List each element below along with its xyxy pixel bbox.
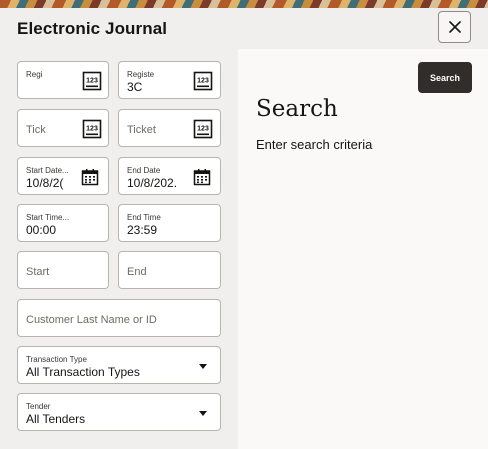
number-pad-icon[interactable]: 123 xyxy=(193,71,213,91)
number-pad-icon[interactable]: 123 xyxy=(193,119,213,139)
start-date-label: Start Date... xyxy=(26,166,69,175)
search-heading: Search xyxy=(256,96,338,122)
ticket-placeholder-2: Ticket xyxy=(127,124,156,136)
end-date-input[interactable]: End Date 10/8/202. xyxy=(118,157,221,195)
customer-search-input[interactable]: Customer Last Name or ID xyxy=(17,299,221,337)
end-date-value: 10/8/202. xyxy=(127,176,178,190)
svg-text:123: 123 xyxy=(197,78,209,85)
start-time-label: Start Time... xyxy=(26,213,70,222)
register-input-2[interactable]: Registe 3C 123 xyxy=(118,61,221,99)
close-button[interactable] xyxy=(438,11,471,43)
number-pad-icon[interactable]: 123 xyxy=(82,71,102,91)
tender-label: Tender xyxy=(26,402,51,411)
start-time-input[interactable]: Start Time... 00:00 xyxy=(17,204,109,242)
tender-value: All Tenders xyxy=(26,412,86,426)
search-instructions: Enter search criteria xyxy=(256,137,373,152)
transaction-type-label: Transaction Type xyxy=(26,355,87,364)
end-time-label: End Time xyxy=(127,213,161,222)
number-pad-icon[interactable]: 123 xyxy=(82,119,102,139)
register-value-2: 3C xyxy=(127,80,143,94)
end-time-value: 23:59 xyxy=(127,223,158,237)
register-label-2: Registe xyxy=(127,70,155,79)
start-date-value: 10/8/2( xyxy=(26,176,64,190)
start-placeholder: Start xyxy=(26,266,50,278)
calendar-icon[interactable] xyxy=(192,167,212,187)
tender-select[interactable]: Tender All Tenders xyxy=(17,393,221,431)
register-label-1: Regi xyxy=(26,70,43,79)
ticket-input-1[interactable]: Tick 123 xyxy=(17,109,109,147)
ticket-input-2[interactable]: Ticket 123 xyxy=(118,109,221,147)
transaction-type-value: All Transaction Types xyxy=(26,365,140,379)
chevron-down-icon[interactable] xyxy=(199,411,207,416)
dialog-header: Electronic Journal xyxy=(0,8,488,49)
customer-placeholder: Customer Last Name or ID xyxy=(26,314,157,326)
end-time-input[interactable]: End Time 23:59 xyxy=(118,204,221,242)
ticket-placeholder-1: Tick xyxy=(26,124,46,136)
end-date-label: End Date xyxy=(127,166,161,175)
search-button[interactable]: Search xyxy=(418,62,472,93)
start-date-input[interactable]: Start Date... 10/8/2( xyxy=(17,157,109,195)
svg-text:123: 123 xyxy=(86,126,98,133)
register-input-1[interactable]: Regi 123 xyxy=(17,61,109,99)
chevron-down-icon[interactable] xyxy=(199,364,207,369)
header-banner xyxy=(0,0,488,8)
close-icon xyxy=(448,21,461,33)
svg-text:123: 123 xyxy=(197,126,209,133)
end-input[interactable]: End xyxy=(118,251,221,289)
calendar-icon[interactable] xyxy=(80,167,100,187)
end-placeholder: End xyxy=(127,266,147,278)
transaction-type-select[interactable]: Transaction Type All Transaction Types xyxy=(17,346,221,384)
dialog-title: Electronic Journal xyxy=(17,19,168,38)
start-input[interactable]: Start xyxy=(17,251,109,289)
start-time-value: 00:00 xyxy=(26,223,57,237)
svg-text:123: 123 xyxy=(86,78,98,85)
